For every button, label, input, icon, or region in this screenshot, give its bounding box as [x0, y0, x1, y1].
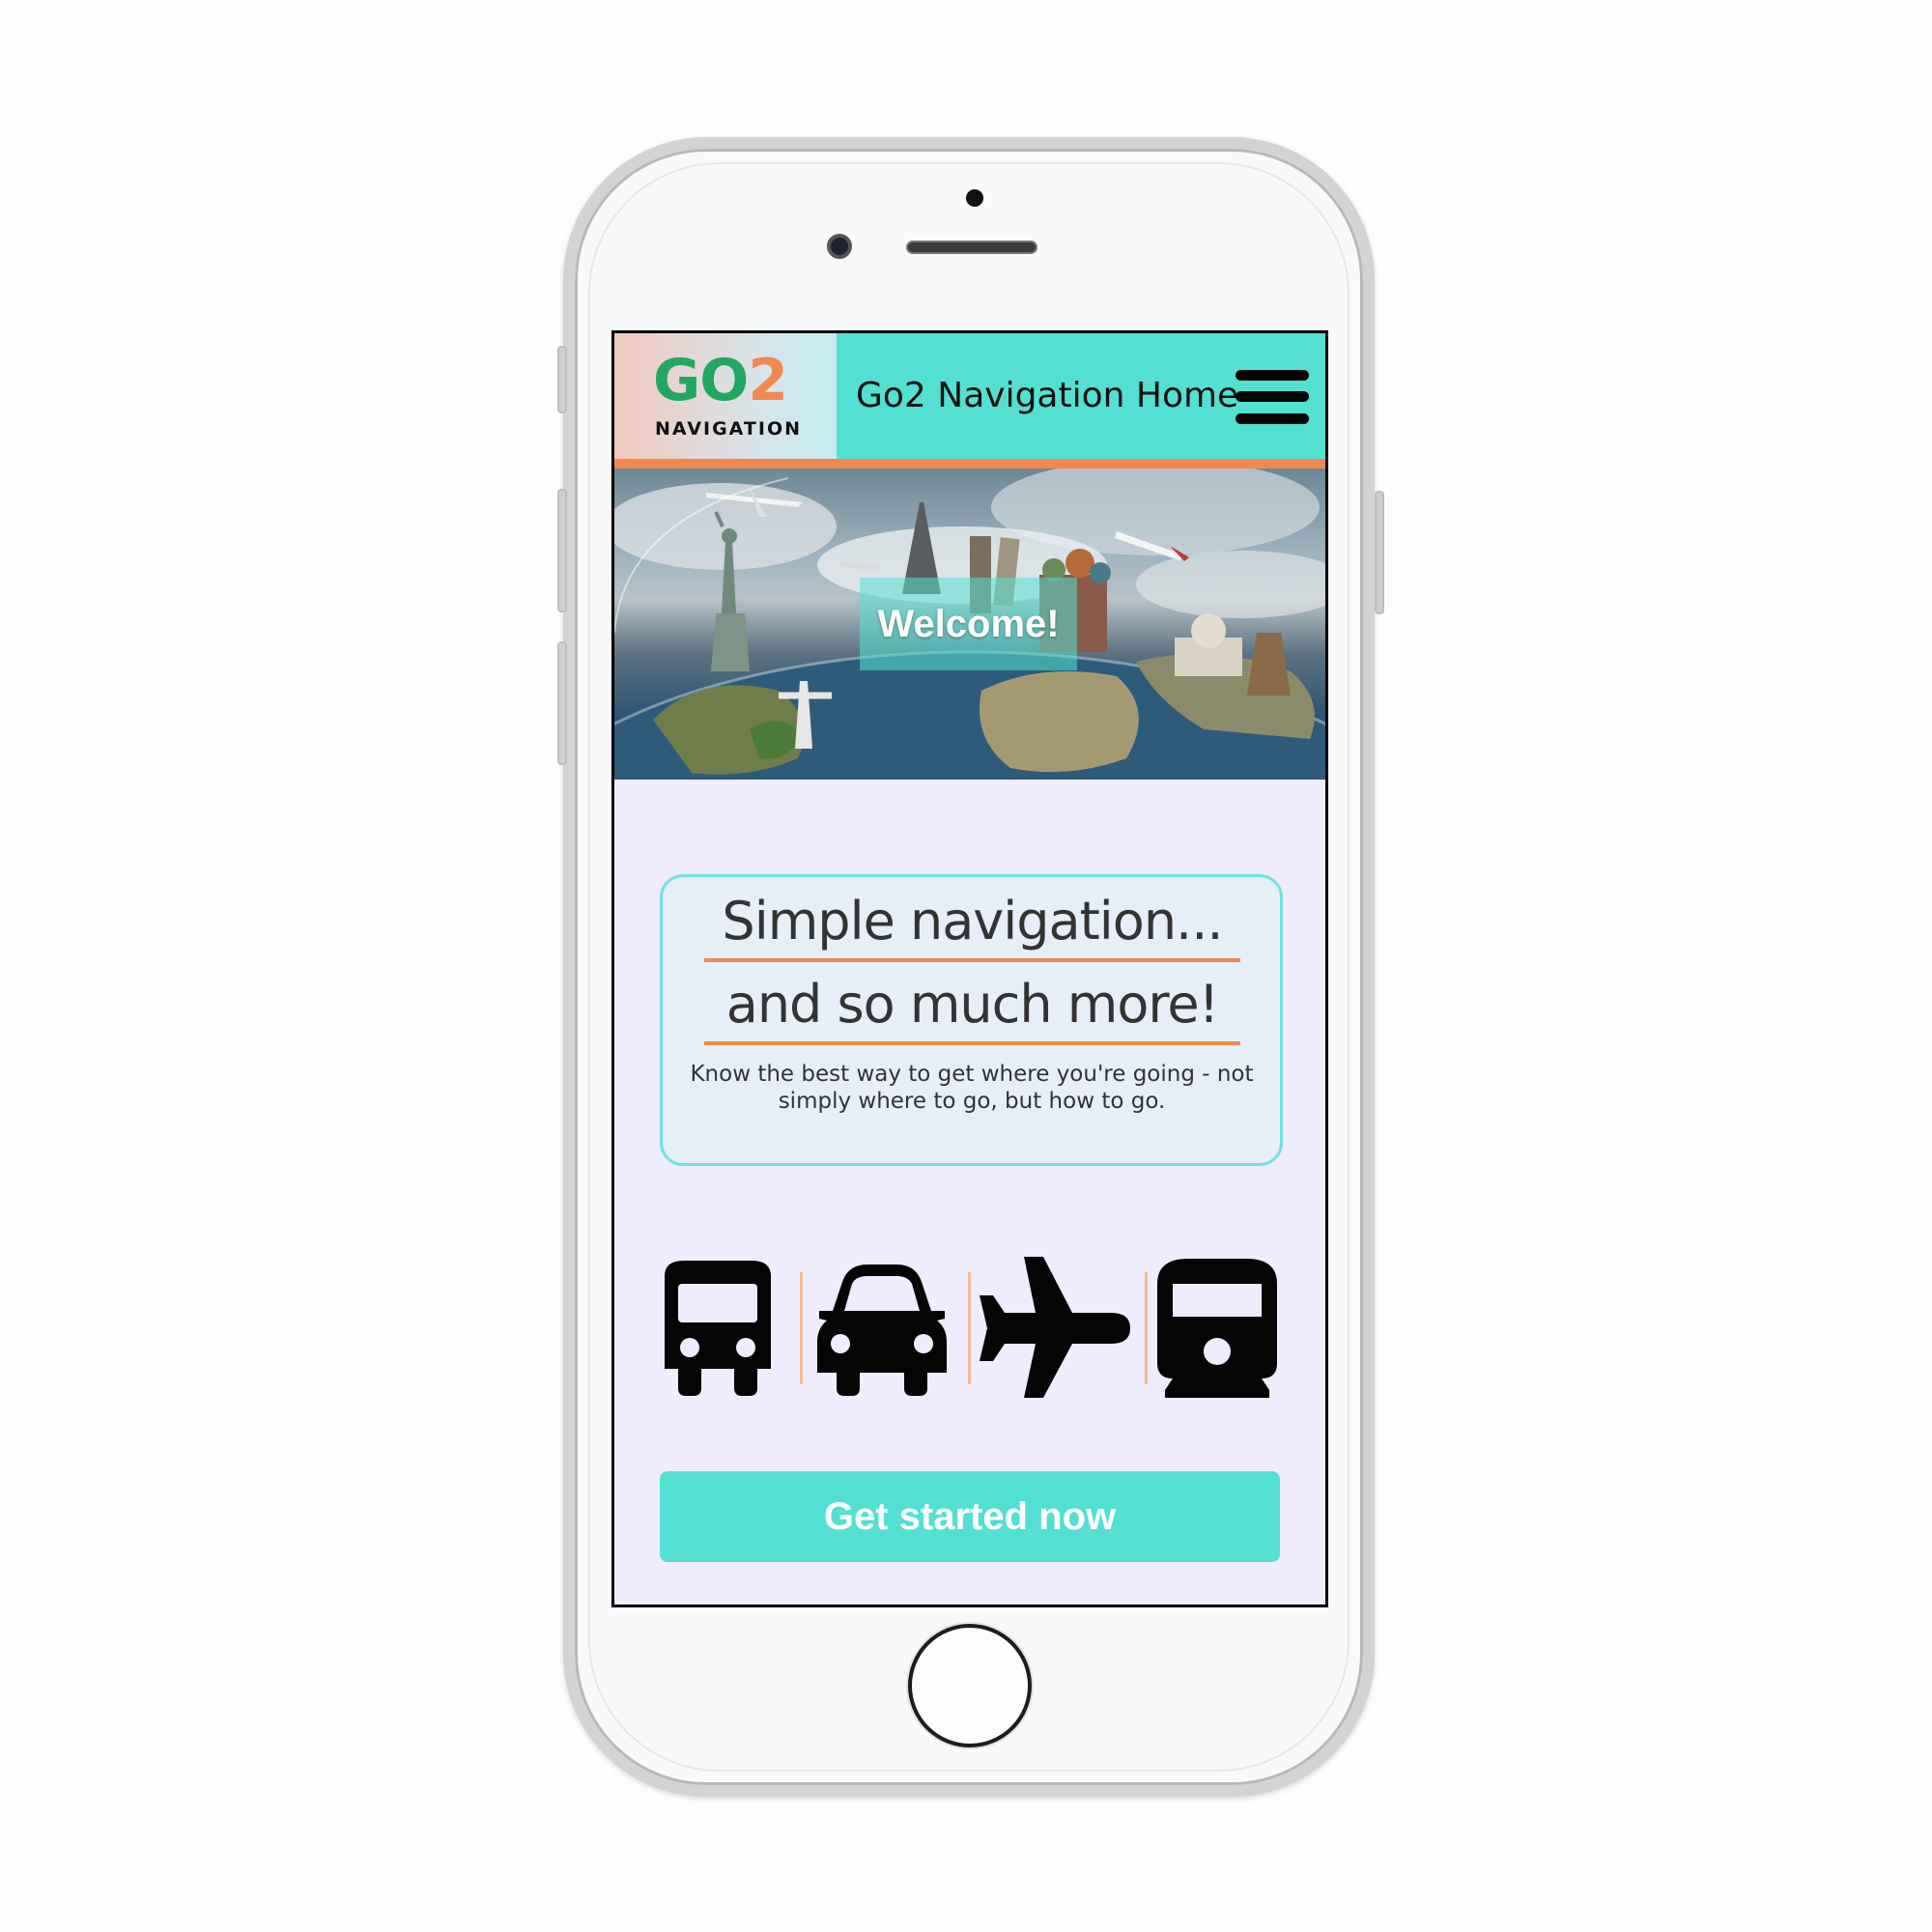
- mode-divider: [968, 1272, 971, 1384]
- airplane-icon[interactable]: [976, 1255, 1130, 1400]
- app-header: GO2 NAVIGATION Go2 Navigation Home: [614, 333, 1325, 469]
- mode-divider: [1145, 1272, 1148, 1384]
- mode-divider: [800, 1272, 803, 1384]
- train-icon[interactable]: [1150, 1255, 1285, 1400]
- bus-icon[interactable]: [657, 1255, 779, 1400]
- tagline-card: Simple navigation... and so much more! K…: [660, 874, 1283, 1166]
- proximity-sensor: [966, 189, 983, 207]
- go2-logo[interactable]: GO2 NAVIGATION: [614, 333, 837, 459]
- hero-banner: Welcome!: [614, 469, 1325, 780]
- front-camera: [827, 234, 852, 259]
- get-started-button[interactable]: Get started now: [660, 1471, 1280, 1562]
- app-screen: GO2 NAVIGATION Go2 Navigation Home Welco…: [611, 330, 1328, 1607]
- earpiece-speaker: [906, 241, 1037, 254]
- hamburger-menu-icon[interactable]: [1236, 370, 1309, 424]
- welcome-banner: Welcome!: [860, 578, 1077, 670]
- tagline-description: Know the best way to get where you're go…: [690, 1062, 1254, 1114]
- car-icon[interactable]: [811, 1255, 952, 1400]
- logo-wordmark: GO2: [653, 347, 788, 414]
- logo-subtitle: NAVIGATION: [655, 418, 802, 440]
- page-title: Go2 Navigation Home: [856, 376, 1239, 415]
- transport-modes: [657, 1255, 1280, 1400]
- tagline-heading-2: and so much more!: [704, 968, 1240, 1045]
- silent-switch: [557, 346, 567, 413]
- power-button: [1375, 491, 1384, 614]
- tagline-heading-1: Simple navigation...: [704, 885, 1240, 962]
- volume-down-button: [557, 641, 567, 765]
- volume-up-button: [557, 489, 567, 612]
- home-button[interactable]: [908, 1624, 1032, 1747]
